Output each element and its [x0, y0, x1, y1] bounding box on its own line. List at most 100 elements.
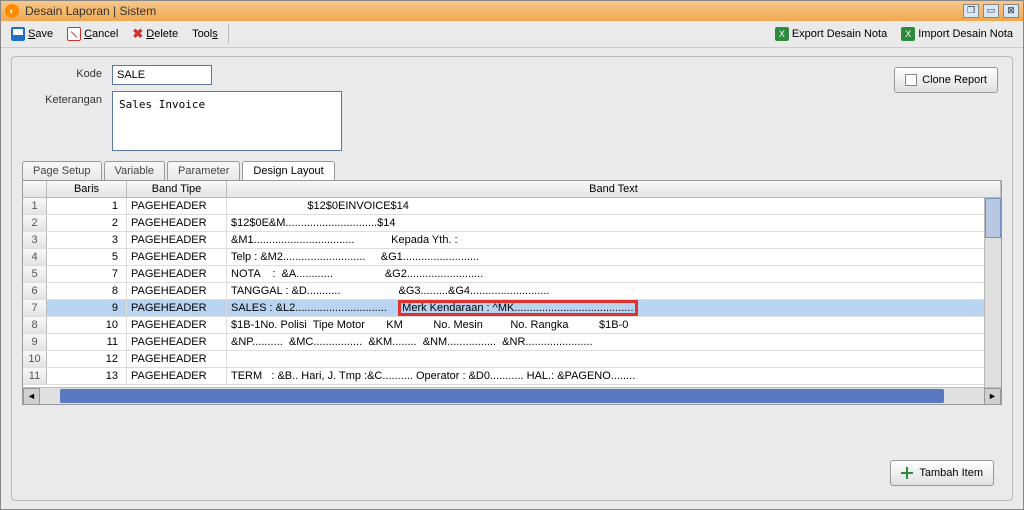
cell-text[interactable]: &M1................................. Kep… [227, 232, 1001, 248]
row-header[interactable]: 9 [23, 334, 47, 350]
cell-baris[interactable]: 1 [47, 198, 127, 214]
keterangan-input[interactable] [112, 91, 342, 151]
cell-tipe[interactable]: PAGEHEADER [127, 232, 227, 248]
vertical-scrollbar[interactable] [984, 198, 1001, 387]
table-row[interactable]: 79PAGEHEADERSALES : &L2.................… [23, 300, 1001, 317]
cell-baris[interactable]: 5 [47, 249, 127, 265]
import-button[interactable]: Import Desain Nota [897, 25, 1017, 43]
app-icon: ◐ [5, 4, 19, 18]
horizontal-scrollbar[interactable]: ◄ ► [23, 387, 1001, 404]
cell-tipe[interactable]: PAGEHEADER [127, 266, 227, 282]
tab-parameter[interactable]: Parameter [167, 161, 240, 180]
delete-icon: ✖ [132, 27, 143, 41]
row-header[interactable]: 6 [23, 283, 47, 299]
cancel-button[interactable]: Cancel [63, 25, 122, 43]
close-button[interactable]: ⊠ [1003, 4, 1019, 18]
cell-text[interactable]: TERM : &B.. Hari, J. Tmp :&C.......... O… [227, 368, 1001, 384]
cell-text[interactable]: $12$0EINVOICE$14 [227, 198, 1001, 214]
cell-baris[interactable]: 8 [47, 283, 127, 299]
tab-variable[interactable]: Variable [104, 161, 166, 180]
row-header[interactable]: 10 [23, 351, 47, 367]
row-header[interactable]: 3 [23, 232, 47, 248]
excel-export-icon [775, 27, 789, 41]
report-designer-window: ◐ Desain Laporan | Sistem ❐ ▭ ⊠ SSaveave… [0, 0, 1024, 510]
row-header-corner [23, 181, 47, 197]
grid-header: Baris Band Tipe Band Text [23, 181, 1001, 198]
row-header[interactable]: 11 [23, 368, 47, 384]
scroll-thumb[interactable] [985, 198, 1001, 238]
cell-tipe[interactable]: PAGEHEADER [127, 317, 227, 333]
cell-baris[interactable]: 11 [47, 334, 127, 350]
cell-baris[interactable]: 9 [47, 300, 127, 316]
export-button[interactable]: Export Desain Nota [771, 25, 891, 43]
kode-label: Kode [22, 65, 102, 80]
grid-body[interactable]: 11PAGEHEADER $12$0EINVOICE$1422PAGEHEADE… [23, 198, 1001, 387]
row-header[interactable]: 1 [23, 198, 47, 214]
cell-text[interactable]: $12$0E&M..............................$1… [227, 215, 1001, 231]
maximize-button[interactable]: ▭ [983, 4, 999, 18]
delete-button[interactable]: ✖Delete [128, 25, 182, 43]
tambah-item-button[interactable]: Tambah Item [890, 460, 994, 486]
table-row[interactable]: 22PAGEHEADER$12$0E&M....................… [23, 215, 1001, 232]
cell-baris[interactable]: 12 [47, 351, 127, 367]
scroll-right-arrow[interactable]: ► [984, 388, 1001, 405]
cell-tipe[interactable]: PAGEHEADER [127, 215, 227, 231]
cell-baris[interactable]: 2 [47, 215, 127, 231]
table-row[interactable]: 11PAGEHEADER $12$0EINVOICE$14 [23, 198, 1001, 215]
row-header[interactable]: 8 [23, 317, 47, 333]
table-row[interactable]: 1113PAGEHEADERTERM : &B.. Hari, J. Tmp :… [23, 368, 1001, 385]
table-row[interactable]: 911PAGEHEADER&NP.......... &MC..........… [23, 334, 1001, 351]
cell-text[interactable]: Telp : &M2........................... &G… [227, 249, 1001, 265]
cell-text[interactable]: SALES : &L2.............................… [227, 300, 1001, 316]
cell-text[interactable]: &NP.......... &MC................ &KM...… [227, 334, 1001, 350]
col-header-text[interactable]: Band Text [227, 181, 1001, 197]
cell-tipe[interactable]: PAGEHEADER [127, 300, 227, 316]
titlebar: ◐ Desain Laporan | Sistem ❐ ▭ ⊠ [1, 1, 1023, 21]
cell-tipe[interactable]: PAGEHEADER [127, 334, 227, 350]
window-title: Desain Laporan | Sistem [25, 4, 156, 18]
cell-baris[interactable]: 7 [47, 266, 127, 282]
hscroll-thumb[interactable] [60, 389, 944, 403]
save-icon [11, 27, 25, 41]
table-row[interactable]: 68PAGEHEADERTANGGAL : &D........... &G3.… [23, 283, 1001, 300]
row-header[interactable]: 5 [23, 266, 47, 282]
cell-tipe[interactable]: PAGEHEADER [127, 198, 227, 214]
table-row[interactable]: 810PAGEHEADER$1B-1No. Polisi Tipe Motor … [23, 317, 1001, 334]
table-row[interactable]: 1012PAGEHEADER [23, 351, 1001, 368]
tab-page-setup[interactable]: Page Setup [22, 161, 102, 180]
cell-tipe[interactable]: PAGEHEADER [127, 351, 227, 367]
table-row[interactable]: 57PAGEHEADERNOTA : &A............ &G2...… [23, 266, 1001, 283]
tab-design-layout[interactable]: Design Layout [242, 161, 334, 180]
col-header-tipe[interactable]: Band Tipe [127, 181, 227, 197]
tools-menu[interactable]: Tools [188, 26, 222, 42]
row-header[interactable]: 7 [23, 300, 47, 316]
table-row[interactable]: 33PAGEHEADER&M1.........................… [23, 232, 1001, 249]
keterangan-label: Keterangan [22, 91, 102, 106]
kode-input[interactable] [112, 65, 212, 85]
col-header-baris[interactable]: Baris [47, 181, 127, 197]
row-header[interactable]: 4 [23, 249, 47, 265]
cell-baris[interactable]: 3 [47, 232, 127, 248]
tab-strip: Page Setup Variable Parameter Design Lay… [22, 161, 1002, 180]
cell-tipe[interactable]: PAGEHEADER [127, 283, 227, 299]
table-row[interactable]: 45PAGEHEADERTelp : &M2..................… [23, 249, 1001, 266]
excel-import-icon [901, 27, 915, 41]
cell-tipe[interactable]: PAGEHEADER [127, 368, 227, 384]
cell-text[interactable]: $1B-1No. Polisi Tipe Motor KM No. Mesin … [227, 317, 1001, 333]
scroll-left-arrow[interactable]: ◄ [23, 388, 40, 405]
cell-text[interactable]: NOTA : &A............ &G2...............… [227, 266, 1001, 282]
plus-icon [901, 467, 913, 479]
cell-text[interactable]: TANGGAL : &D........... &G3.........&G4.… [227, 283, 1001, 299]
cell-baris[interactable]: 10 [47, 317, 127, 333]
cell-tipe[interactable]: PAGEHEADER [127, 249, 227, 265]
row-header[interactable]: 2 [23, 215, 47, 231]
clone-report-button[interactable]: Clone Report [894, 67, 998, 93]
content-frame: Clone Report Kode Keterangan Page Setup … [11, 56, 1013, 501]
cell-text[interactable] [227, 351, 1001, 367]
cell-baris[interactable]: 13 [47, 368, 127, 384]
restore-button[interactable]: ❐ [963, 4, 979, 18]
highlighted-segment: Merk Kendaraan : ^MK....................… [402, 302, 633, 314]
cancel-icon [67, 27, 81, 41]
toolbar: SSaveave Cancel ✖Delete Tools Export Des… [1, 21, 1023, 48]
save-button[interactable]: SSaveave [7, 25, 57, 43]
